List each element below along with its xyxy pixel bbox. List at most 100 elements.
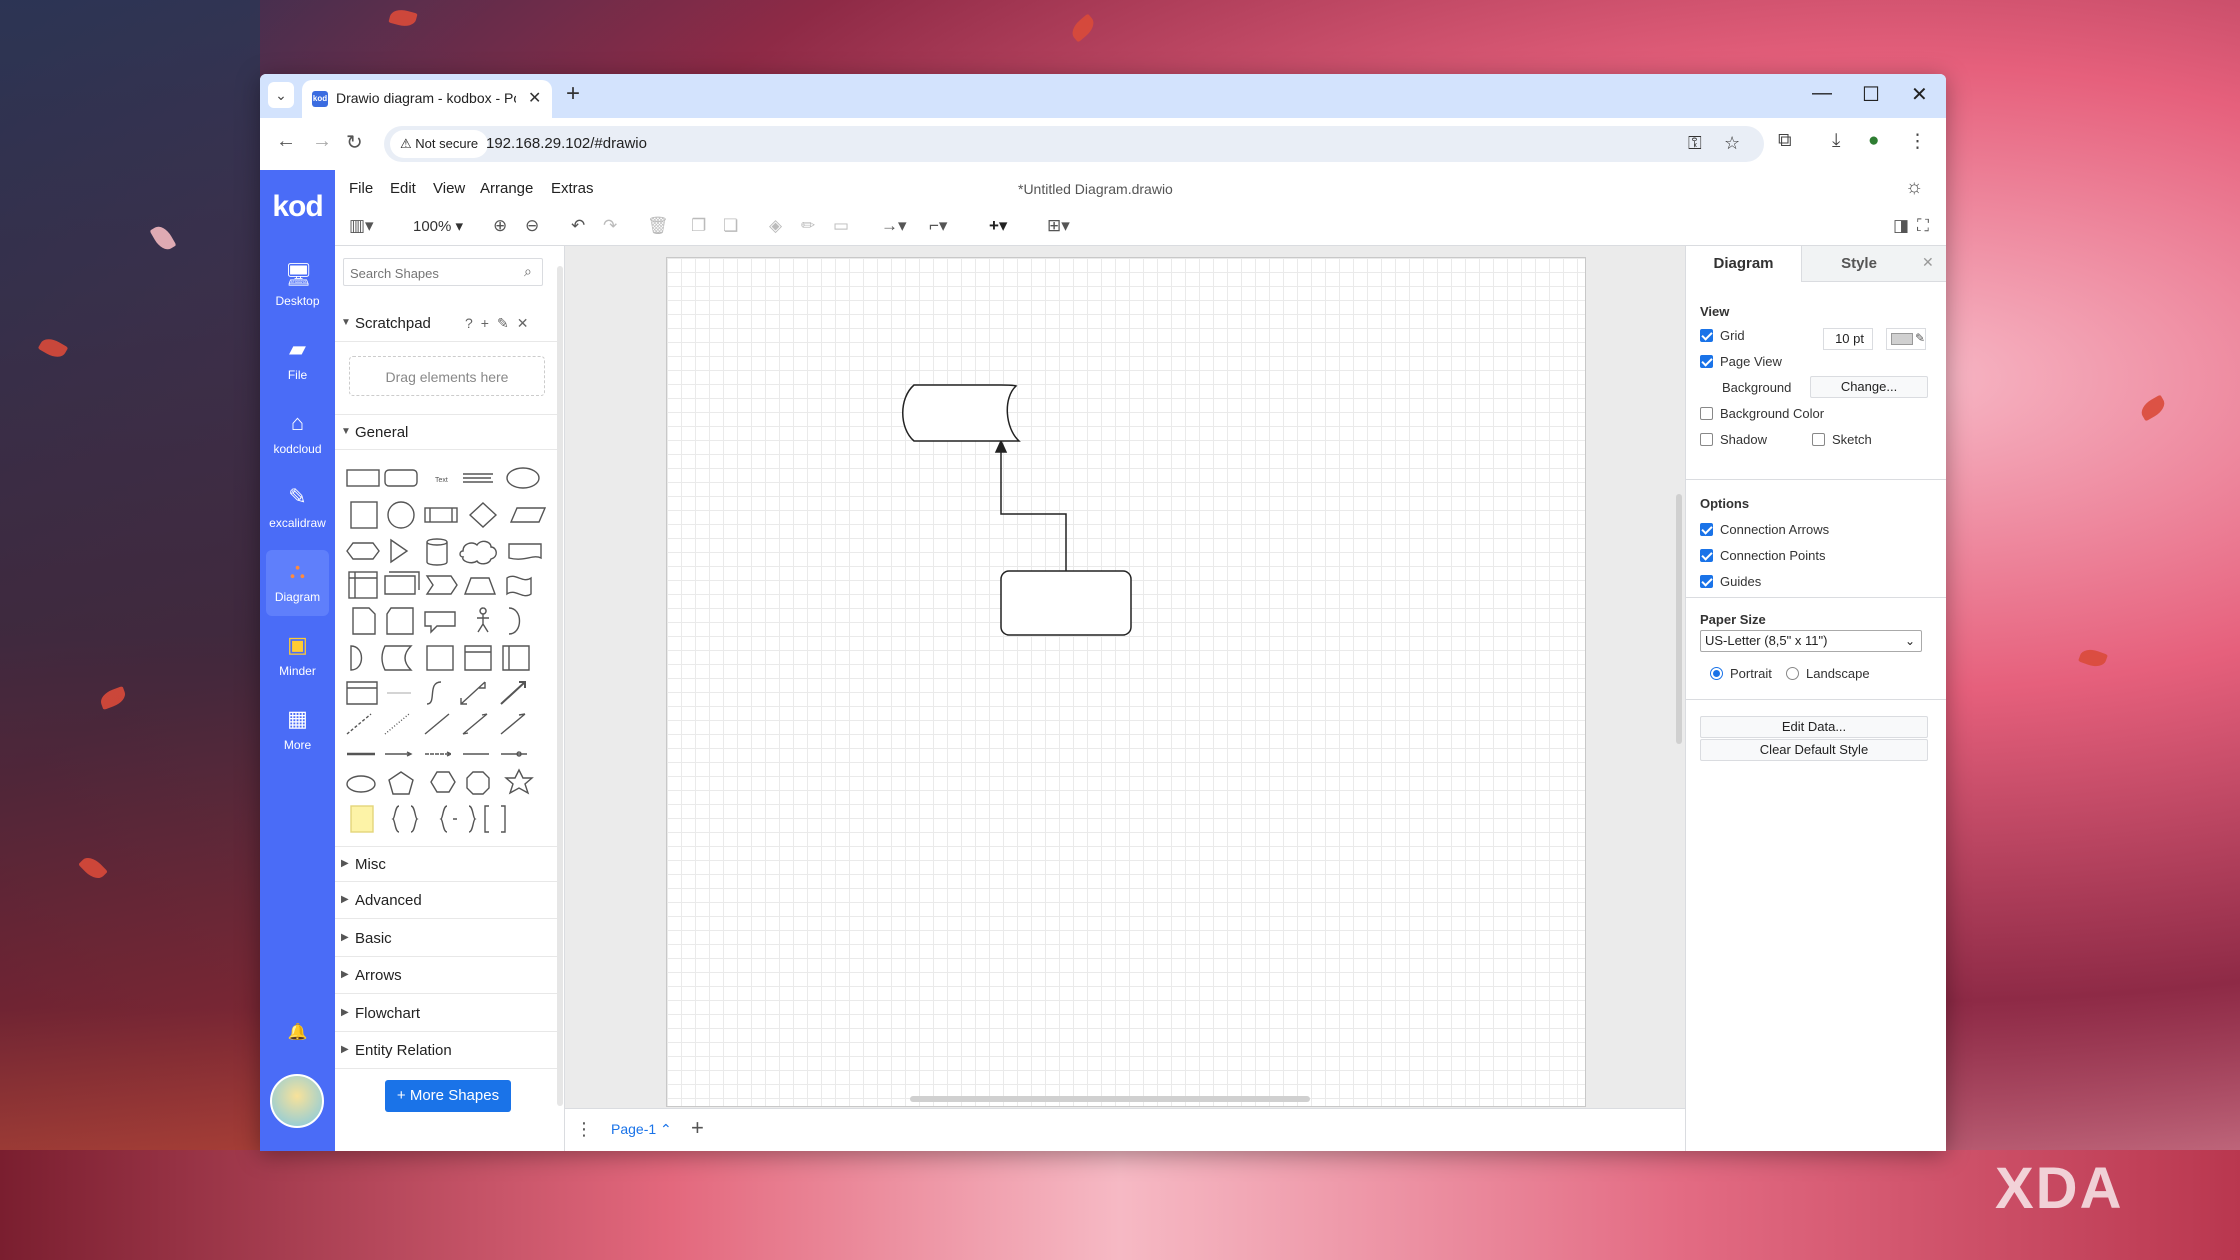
bookmark-star-icon[interactable]: ☆ [1724,133,1740,154]
rail-item-excalidraw[interactable]: ✎ excalidraw [266,476,329,542]
connection-points-checkbox[interactable] [1700,549,1713,562]
diagram-icon: ⛬ [289,558,306,583]
search-shapes-box[interactable]: ⌕ [343,258,543,286]
rail-item-file[interactable]: ▰ File [266,328,329,394]
menu-arrange[interactable]: Arrange [480,180,533,197]
rail-item-desktop[interactable]: 🖥 Desktop [266,254,329,320]
omnibox[interactable]: ⚠ Not secure 192.168.29.102/#drawio ⚿ ☆ [384,126,1764,162]
zoom-out-icon[interactable]: ⊖ [525,216,539,236]
to-front-icon[interactable]: ❐ [691,216,706,236]
search-icon[interactable]: ⌕ [524,263,532,280]
grid-color-picker[interactable]: ✎ [1886,328,1926,350]
kod-logo[interactable]: kod [260,190,335,224]
scratchpad-actions[interactable]: ?+✎✕ [465,315,536,332]
connection-arrows-checkbox[interactable] [1700,523,1713,536]
url-text[interactable]: 192.168.29.102/#drawio [486,135,647,152]
download-icon[interactable]: ⤓ [1832,130,1840,152]
browser-tab[interactable]: kod Drawio diagram - kodbox - Pow ✕ [302,80,552,118]
zoom-in-icon[interactable]: ⊕ [493,216,507,236]
rail-item-diagram[interactable]: ⛬ Diagram [266,550,329,616]
flowchart-header[interactable]: ▶ Flowchart [335,996,557,1032]
tab-style[interactable]: Style [1801,246,1916,282]
entity-relation-header[interactable]: ▶ Entity Relation [335,1033,557,1069]
background-color-checkbox[interactable] [1700,407,1713,420]
arrows-header[interactable]: ▶ Arrows [335,958,557,994]
landscape-row: Landscape [1786,666,1870,681]
general-header[interactable]: ▼ General [335,414,557,450]
close-panel-icon[interactable]: ✕ [1922,254,1934,271]
misc-header[interactable]: ▶ Misc [335,846,557,882]
scratchpad-dropzone[interactable]: Drag elements here [349,356,545,396]
more-shapes-button[interactable]: + More Shapes [385,1080,511,1112]
reload-button[interactable]: ↻ [346,130,363,155]
landscape-radio[interactable] [1786,667,1799,680]
advanced-header[interactable]: ▶ Advanced [335,883,557,919]
waypoints-icon[interactable]: ⌐▾ [929,216,947,236]
theme-sun-icon[interactable]: ☼ [1905,176,1923,199]
tab-close-icon[interactable]: ✕ [528,88,541,108]
menu-edit[interactable]: Edit [390,180,416,197]
connection-icon[interactable]: →▾ [881,216,907,236]
sketch-checkbox[interactable] [1812,433,1825,446]
guides-checkbox[interactable] [1700,575,1713,588]
portrait-radio[interactable] [1710,667,1723,680]
connection-arrows-label: Connection Arrows [1720,522,1830,537]
basic-header[interactable]: ▶ Basic [335,921,557,957]
menu-view[interactable]: View [433,180,465,197]
add-page-button[interactable]: + [691,1115,704,1141]
search-shapes-input[interactable] [350,263,510,283]
general-shapes-grid[interactable]: Text [343,456,555,833]
minimize-button[interactable]: — [1812,82,1832,105]
maximize-button[interactable]: ☐ [1862,82,1880,107]
back-button[interactable]: ← [276,130,296,153]
line-color-icon[interactable]: ✏ [801,216,815,236]
fullscreen-icon[interactable]: ⛶ [1917,216,1929,236]
undo-icon[interactable]: ↶ [571,216,585,236]
tab-diagram[interactable]: Diagram [1686,246,1801,282]
background-change-button[interactable]: Change... [1810,376,1928,398]
rail-item-kodcloud[interactable]: ⌂ kodcloud [266,402,329,468]
to-back-icon[interactable]: ❏ [723,216,738,236]
shapes-scrollbar[interactable] [557,266,563,1106]
menu-extras[interactable]: Extras [551,180,594,197]
shadow-icon[interactable]: ▭ [833,216,849,236]
menu-file[interactable]: File [349,180,373,197]
browser-menu-icon[interactable]: ⋮ [1908,130,1927,153]
redo-icon[interactable]: ↷ [603,216,617,236]
pages-menu-icon[interactable]: ⋮ [575,1119,593,1140]
grid-checkbox[interactable] [1700,329,1713,342]
security-chip[interactable]: ⚠ Not secure [390,130,489,158]
grid-size-input[interactable]: 10 pt [1823,328,1873,350]
password-key-icon[interactable]: ⚿ [1688,133,1702,154]
shape-connector [385,751,413,757]
clear-default-style-button[interactable]: Clear Default Style [1700,739,1928,761]
bell-icon[interactable]: 🔔 [260,1022,335,1042]
document-title[interactable]: *Untitled Diagram.drawio [1018,181,1173,197]
profile-avatar-icon[interactable]: ● [1868,130,1879,152]
paper-size-select[interactable]: US-Letter (8,5" x 11") ⌄ [1700,630,1922,652]
table-icon[interactable]: ⊞▾ [1047,216,1070,236]
format-panel-icon[interactable]: ◨ [1893,216,1909,236]
rail-item-more[interactable]: ▦ More [266,698,329,764]
page-tab[interactable]: Page-1 ⌃ [611,1121,672,1138]
tab-search-button[interactable]: ⌄ [268,82,294,108]
view-panels-icon[interactable]: ▥▾ [349,216,374,236]
diagram-page[interactable] [666,257,1586,1107]
user-avatar[interactable] [270,1074,324,1128]
fill-color-icon[interactable]: ◈ [769,216,782,236]
forward-button[interactable]: → [312,130,332,153]
extensions-icon[interactable]: ⧉ [1778,130,1792,152]
edit-data-button[interactable]: Edit Data... [1700,716,1928,738]
scratchpad-header[interactable]: ▼ Scratchpad ?+✎✕ [335,306,557,342]
diagram-canvas[interactable] [565,246,1685,1108]
shadow-checkbox[interactable] [1700,433,1713,446]
page-view-checkbox[interactable] [1700,355,1713,368]
horizontal-scrollbar[interactable] [910,1096,1310,1102]
rail-item-minder[interactable]: ▣ Minder [266,624,329,690]
new-tab-button[interactable]: + [566,80,580,108]
insert-icon[interactable]: +▾ [989,216,1007,236]
vertical-scrollbar[interactable] [1676,494,1682,744]
zoom-select[interactable]: 100% ▾ [413,217,463,235]
delete-icon[interactable]: 🗑 [647,216,669,236]
close-window-button[interactable]: ✕ [1911,82,1928,107]
